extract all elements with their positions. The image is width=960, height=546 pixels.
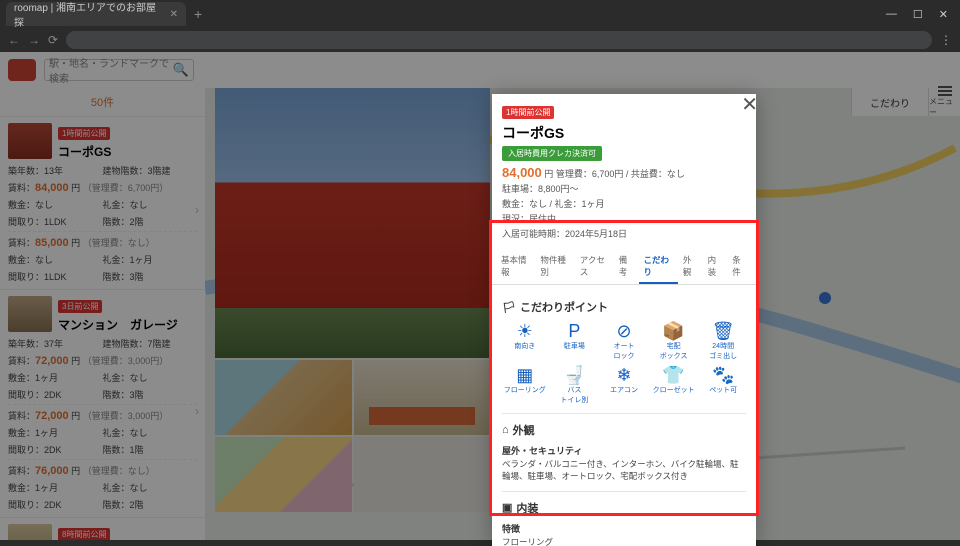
section-kodawari: 🏳 こだわりポイント <box>502 299 746 315</box>
url-input[interactable] <box>66 31 932 49</box>
forward-button[interactable]: → <box>28 33 40 47</box>
maximize-button[interactable]: ☐ <box>913 8 923 21</box>
modal-tabs: 基本情報物件種別アクセス備考こだわり外観内装条件 <box>492 250 756 285</box>
back-button[interactable]: ← <box>8 33 20 47</box>
modal-tab[interactable]: こだわり <box>639 250 678 284</box>
modal-tab[interactable]: 条件 <box>727 250 752 284</box>
feature-icon: ⊘オート ロック <box>601 321 647 361</box>
browser-menu-icon[interactable]: ⋮ <box>940 33 952 47</box>
feature-icon: ▦フローリング <box>502 365 548 405</box>
browser-tab[interactable]: roomap | 湘南エリアでのお部屋探 ✕ <box>6 2 186 26</box>
feature-icon: ☀南向き <box>502 321 548 361</box>
feature-icon: ❄エアコン <box>601 365 647 405</box>
feature-icon: 🗑24時間 ゴミ出し <box>700 321 746 361</box>
payment-badge: 入居時費用クレカ決済可 <box>502 146 602 161</box>
feature-icon: 🐾ペット可 <box>700 365 746 405</box>
time-badge: 1時間前公開 <box>502 106 554 119</box>
modal-tab[interactable]: 基本情報 <box>496 250 535 284</box>
feature-icon: 🚽バス トイレ別 <box>552 365 598 405</box>
tab-title: roomap | 湘南エリアでのお部屋探 <box>14 0 162 29</box>
modal-tab[interactable]: 備考 <box>614 250 639 284</box>
window-close-button[interactable]: ✕ <box>939 8 948 21</box>
minimize-button[interactable]: — <box>886 8 897 21</box>
modal-tab[interactable]: 内装 <box>703 250 728 284</box>
new-tab-button[interactable]: + <box>194 6 202 22</box>
close-icon[interactable]: ✕ <box>170 9 178 20</box>
modal-tab[interactable]: 外観 <box>678 250 703 284</box>
property-title: コーポGS <box>502 123 746 143</box>
feature-icon: 📦宅配 ボックス <box>651 321 697 361</box>
reload-button[interactable]: ⟳ <box>48 33 58 47</box>
modal-overlay[interactable] <box>0 52 960 540</box>
section-exterior: ⌂ 外観 <box>502 422 746 438</box>
modal-tab[interactable]: アクセス <box>575 250 614 284</box>
modal-tab[interactable]: 物件種別 <box>535 250 574 284</box>
modal-close-button[interactable]: ✕ <box>741 92 758 117</box>
section-interior: ▣ 内装 <box>502 500 746 516</box>
feature-icon: P駐車場 <box>552 321 598 361</box>
detail-modal: ✕ 1時間前公開 コーポGS 入居時費用クレカ決済可 84,000 円 管理費：… <box>492 94 756 546</box>
feature-icon: 👕クローゼット <box>651 365 697 405</box>
